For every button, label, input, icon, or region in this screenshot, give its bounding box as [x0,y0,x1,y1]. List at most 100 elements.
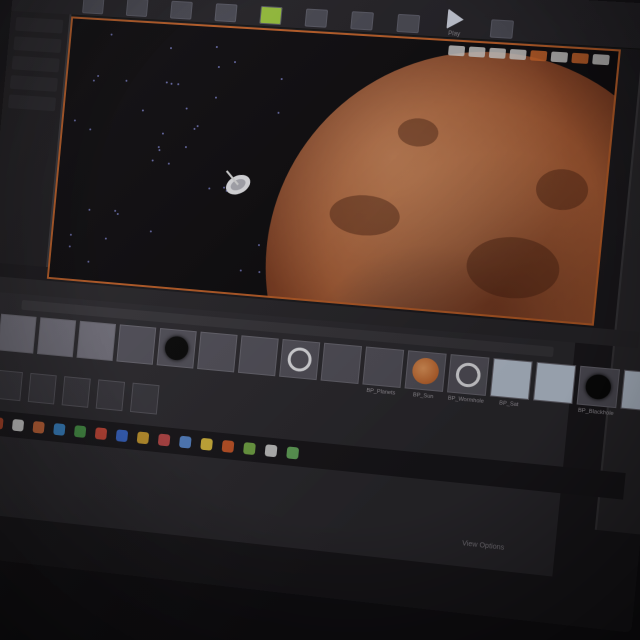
asset-thumbnail [620,369,640,413]
outliner-row[interactable] [7,94,57,112]
ring-icon [286,346,313,373]
marketplace-icon [259,5,283,26]
asset-tile[interactable] [279,338,321,390]
toolbar-button[interactable] [299,8,333,30]
toolbar-button[interactable]: Play [438,8,473,38]
asset-thumbnail [489,357,533,400]
asset-tile[interactable]: BP_Wormhole [447,354,490,405]
asset-thumbnail [576,365,621,409]
asset-thumbnail [0,313,37,354]
toolbar-button[interactable] [484,19,519,41]
monitor-screen: Play BP_Planets BP_Sun BP_Wormhole BP_Sa… [0,0,640,633]
satellite-icon[interactable] [220,167,256,203]
planet-icon [411,356,440,386]
asset-thumbnail [156,327,197,369]
build-icon [396,13,421,34]
asset-tile[interactable] [320,342,363,394]
asset-tile[interactable]: BP_Sun [404,350,447,401]
generic-tool-icon [169,0,193,20]
outliner-row[interactable] [11,55,60,73]
asset-thumbnail [197,331,238,373]
taskbar-app-icon[interactable] [286,446,300,460]
asset-tile[interactable] [76,320,117,370]
viewport-option-button[interactable] [529,50,548,62]
play-icon [446,8,465,30]
asset-tile[interactable]: BP_Planets [362,346,405,398]
toolbar-button[interactable] [254,5,287,28]
black-sphere-icon [163,335,190,362]
asset-tile[interactable] [129,382,160,415]
asset-label: BP_Wormhole [447,395,485,405]
mars-planet[interactable] [246,39,621,326]
level-viewport[interactable] [46,16,621,326]
toolbar-button[interactable] [165,0,198,22]
asset-label: BP_Planets [366,387,396,397]
outliner-row[interactable] [15,17,64,34]
asset-tile[interactable] [533,361,577,414]
asset-thumbnail [362,346,405,388]
asset-thumbnail [404,350,447,392]
asset-thumbnail [237,335,279,377]
asset-tile[interactable] [156,327,197,378]
taskbar-app-icon[interactable] [94,427,108,441]
asset-tile[interactable] [27,372,57,405]
taskbar-app-icon[interactable] [136,431,150,445]
asset-tile[interactable] [237,335,279,385]
asset-thumbnail [533,361,577,405]
viewport-option-button[interactable] [550,51,569,63]
asset-thumbnail [36,317,77,358]
taskbar-app-icon[interactable] [11,418,25,432]
asset-tile[interactable] [36,317,77,366]
asset-grid-secondary [0,369,160,415]
asset-tile[interactable] [197,331,238,382]
asset-thumbnail [76,320,117,362]
asset-label: BP_Blackhole [577,407,614,418]
asset-label: BP_Sun [412,392,434,401]
taskbar-app-icon[interactable] [115,429,129,443]
taskbar-app-icon[interactable] [0,416,4,430]
toolbar-button-label: Play [447,30,461,38]
asset-thumbnail [279,338,321,381]
generic-tool-icon [304,8,329,28]
generic-tool-icon [82,0,105,15]
toolbar-button[interactable] [345,11,379,33]
viewport-option-button[interactable] [488,47,507,59]
viewport-option-button[interactable] [447,45,466,57]
toolbar-button[interactable] [391,13,425,36]
taskbar-app-icon[interactable] [264,444,278,458]
asset-tile[interactable] [0,369,23,402]
viewport-option-button[interactable] [571,52,589,64]
asset-tile[interactable] [95,379,126,412]
taskbar-app-icon[interactable] [53,423,66,436]
generic-tool-icon [214,3,238,23]
taskbar-app-icon[interactable] [243,442,256,456]
asset-tile[interactable]: BP_Blackhole [576,365,621,418]
toolbar-button[interactable] [121,0,153,19]
asset-label: BP_Sat [498,400,519,409]
asset-thumbnail [447,354,490,396]
asset-thumbnail [320,342,363,385]
taskbar-app-icon[interactable] [32,420,45,434]
asset-tile[interactable] [0,313,37,363]
toolbar-button[interactable] [77,0,109,17]
generic-tool-icon [125,0,149,18]
outliner-row[interactable] [9,75,58,92]
generic-tool-icon [350,11,374,31]
viewport-option-button[interactable] [509,48,527,61]
ring-icon [454,361,482,389]
asset-tile[interactable]: BP_Sat [489,357,533,410]
taskbar-app-icon[interactable] [178,435,192,449]
taskbar-app-icon[interactable] [221,439,235,453]
taskbar-app-icon[interactable] [157,433,171,447]
asset-tile[interactable] [61,376,91,408]
asset-tile[interactable] [116,324,157,374]
viewport-option-button[interactable] [592,53,610,66]
taskbar-app-icon[interactable] [73,425,87,438]
asset-tile[interactable] [620,369,640,422]
viewport-option-button[interactable] [468,46,486,58]
toolbar-button[interactable] [209,3,242,25]
outliner-row[interactable] [13,36,62,53]
black-sphere-icon [584,373,613,401]
launch-icon [489,19,515,39]
taskbar-app-icon[interactable] [200,437,213,451]
